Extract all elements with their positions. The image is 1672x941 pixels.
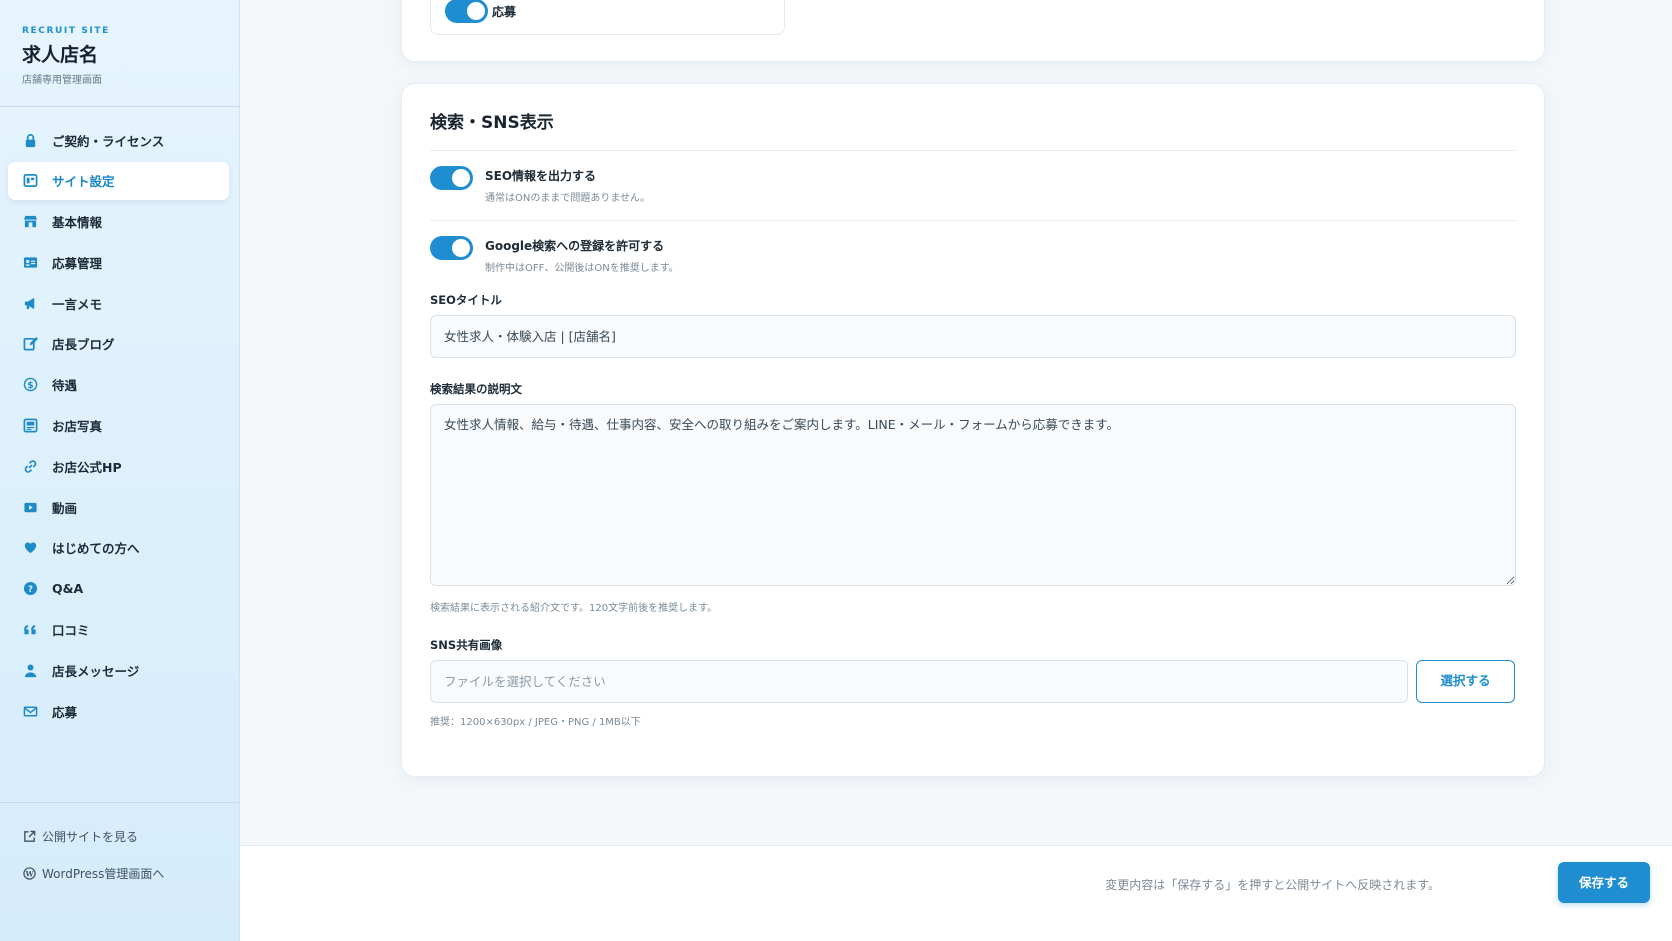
sidebar-item-first-time[interactable]: はじめての方へ: [8, 529, 229, 567]
wordpress-icon: W: [22, 867, 36, 881]
seo-output-label: SEO情報を出力する: [485, 169, 597, 183]
lock-icon: [22, 132, 38, 148]
store-icon: [22, 214, 38, 230]
section-title: 検索・SNS表示: [430, 113, 554, 133]
link-icon: [22, 458, 38, 474]
sidebar-item-label: 店長ブログ: [52, 337, 115, 353]
sidebar-footer-wp: W WordPress管理画面へ: [22, 865, 164, 882]
wp-admin-label: WordPress管理画面へ: [42, 867, 165, 881]
sidebar-item-label: 待遇: [52, 378, 78, 394]
sidebar-item-qa[interactable]: ? Q&A: [8, 570, 229, 608]
seo-output-help: 通常はONのままで問題ありません。: [485, 193, 651, 204]
wp-admin-link[interactable]: W WordPress管理画面へ: [22, 865, 164, 882]
sidebar-item-label: 動画: [52, 500, 78, 516]
sidebar-item-reviews[interactable]: 口コミ: [8, 611, 229, 649]
sidebar: RECRUIT SITE 求人店名 店舗専用管理画面 ご契約・ライセンス サイト…: [0, 0, 240, 941]
sidebar-item-label: サイト設定: [52, 174, 115, 190]
description-help: 検索結果に表示される紹介文です。120文字前後を推奨します。: [430, 603, 718, 614]
option-divider: [430, 220, 1516, 221]
toggle-knob: [467, 2, 485, 20]
sidebar-item-label: 店長メッセージ: [52, 663, 140, 679]
section-divider: [430, 150, 1516, 151]
sidebar-item-basic-info[interactable]: 基本情報: [8, 203, 229, 241]
toggle-knob: [452, 239, 470, 257]
sidebar-item-label: お店写真: [52, 419, 103, 435]
sns-image-file-input[interactable]: ファイルを選択してください: [430, 660, 1408, 703]
seo-title-label: SEOタイトル: [430, 293, 502, 307]
apply-toggle[interactable]: [445, 0, 488, 23]
google-index-label: Google検索への登録を許可する: [485, 239, 665, 253]
sidebar-divider: [0, 106, 239, 107]
description-textarea[interactable]: 女性求人情報、給与・待遇、仕事内容、安全への取り組みをご案内します。LINE・メ…: [430, 404, 1516, 586]
sns-image-label: SNS共有画像: [430, 638, 503, 652]
sidebar-item-label: 応募管理: [52, 255, 103, 271]
sidebar-item-benefits[interactable]: $ 待遇: [8, 366, 229, 404]
sidebar-item-blog[interactable]: 店長ブログ: [8, 325, 229, 363]
play-icon: [22, 499, 38, 515]
sidebar-item-label: Q&A: [52, 581, 84, 597]
sidebar-item-video[interactable]: 動画: [8, 488, 229, 526]
svg-text:?: ?: [27, 585, 32, 595]
dollar-icon: $: [22, 377, 38, 393]
heart-icon: [22, 540, 38, 556]
user-icon: [22, 662, 38, 678]
external-link-icon: [22, 830, 36, 844]
description-label: 検索結果の説明文: [430, 382, 522, 396]
toggle-knob: [452, 169, 470, 187]
sidebar-item-label: お店公式HP: [52, 459, 122, 475]
view-site-label: 公開サイトを見る: [42, 830, 139, 844]
save-bar: 変更内容は「保存する」を押すと公開サイトへ反映されます。 保存する: [240, 845, 1672, 941]
sidebar-item-contract[interactable]: ご契約・ライセンス: [8, 121, 229, 159]
google-index-help: 制作中はOFF、公開後はONを推奨します。: [485, 263, 679, 274]
sidebar-footer-divider: [0, 802, 239, 803]
megaphone-icon: [22, 295, 38, 311]
view-site-link[interactable]: 公開サイトを見る: [22, 828, 138, 845]
image-icon: [22, 418, 38, 434]
brand-kicker: RECRUIT SITE: [22, 26, 110, 36]
sidebar-item-label: 基本情報: [52, 215, 103, 231]
apply-toggle-box: 応募: [430, 0, 785, 35]
sidebar-item-photos[interactable]: お店写真: [8, 407, 229, 445]
sidebar-item-official-hp[interactable]: お店公式HP: [8, 447, 229, 485]
svg-text:W: W: [24, 869, 33, 878]
sidebar-item-applications[interactable]: 応募管理: [8, 243, 229, 281]
seo-output-toggle[interactable]: [430, 166, 473, 190]
mail-icon: [22, 703, 38, 719]
sidebar-footer-view-site: 公開サイトを見る: [22, 828, 138, 845]
sidebar-item-site-settings[interactable]: サイト設定: [8, 161, 229, 200]
sns-image-help: 推奨：1200×630px / JPEG・PNG / 1MB以下: [430, 717, 641, 728]
svg-text:$: $: [27, 381, 33, 391]
sidebar-item-label: 一言メモ: [52, 296, 103, 312]
edit-icon: [22, 336, 38, 352]
sidebar-item-manager-message[interactable]: 店長メッセージ: [8, 651, 229, 689]
layout-icon: [22, 173, 38, 189]
sidebar-item-label: はじめての方へ: [52, 541, 140, 557]
sidebar-item-apply[interactable]: 応募: [8, 692, 229, 730]
apply-toggle-label: 応募: [492, 5, 517, 19]
id-card-icon: [22, 254, 38, 270]
seo-title-input[interactable]: 女性求人・体験入店 | [店舗名]: [430, 315, 1516, 358]
sidebar-item-memo[interactable]: 一言メモ: [8, 284, 229, 322]
sidebar-nav: ご契約・ライセンス サイト設定 基本情報 応募管理 一言メモ 店長ブログ $ 待…: [8, 121, 229, 733]
brand-subtitle: 店舗専用管理画面: [22, 75, 102, 86]
question-icon: ?: [22, 581, 38, 597]
quote-icon: [22, 622, 38, 638]
google-index-toggle[interactable]: [430, 236, 473, 260]
brand: RECRUIT SITE 求人店名 店舗専用管理画面: [22, 26, 110, 86]
sidebar-item-label: 口コミ: [52, 623, 90, 639]
select-file-button[interactable]: 選択する: [1416, 660, 1515, 703]
save-button[interactable]: 保存する: [1558, 862, 1650, 903]
save-note: 変更内容は「保存する」を押すと公開サイトへ反映されます。: [1105, 878, 1440, 892]
brand-title: 求人店名: [22, 44, 99, 66]
sidebar-item-label: ご契約・ライセンス: [52, 133, 165, 149]
sidebar-item-label: 応募: [52, 704, 78, 720]
